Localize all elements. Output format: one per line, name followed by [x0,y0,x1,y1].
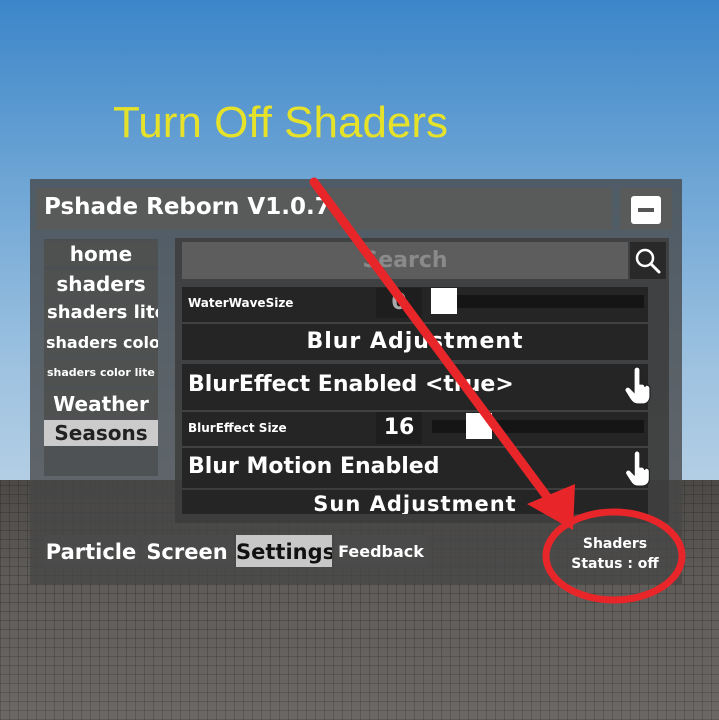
search-input[interactable]: Search [182,242,628,279]
tab-screen[interactable]: Screen [140,535,234,567]
tab-settings[interactable]: Settings [236,535,332,567]
search-button[interactable] [630,242,666,279]
sidebar-item-shaders[interactable]: shaders [44,270,158,297]
tab-label: Particle [45,540,137,564]
shader-status: Shaders Status : off [560,534,670,574]
sidebar-item-seasons[interactable]: Seasons [44,420,158,446]
blur-motion-enabled-label: Blur Motion Enabled [188,454,440,479]
minus-icon [631,196,661,224]
sidebar-item-shaders-color-lite[interactable]: shaders color lite [44,359,158,386]
sidebar-item-label: home [69,242,133,266]
water-wave-size-slider[interactable] [432,295,644,308]
sidebar-item-shaders-lite[interactable]: shaders lite [44,299,158,326]
tab-feedback[interactable]: Feedback [334,535,428,567]
window-title: Pshade Reborn V1.0.7 [44,194,331,220]
tab-label: Settings [236,540,332,564]
sidebar-item-shaders-color[interactable]: shaders color [44,329,158,356]
annotation-caption: Turn Off Shaders [113,98,449,147]
sidebar-item-label: Seasons [54,421,148,445]
search-icon [635,248,661,274]
water-wave-size-slider-thumb[interactable] [431,288,457,314]
status-line-1: Shaders [582,536,648,552]
tab-label: Feedback [338,542,424,561]
sidebar-item-label: shaders [56,272,146,296]
sidebar-item-home[interactable]: home [44,241,158,267]
tab-particle[interactable]: Particle [44,535,138,567]
minimize-button[interactable] [620,188,672,230]
blur-adjustment-heading: Blur Adjustment [182,324,648,360]
sun-adjustment-heading: Sun Adjustment [182,490,648,514]
sidebar-item-label: shaders lite [47,302,158,323]
status-line-2: Status : off [571,556,659,572]
blur-motion-enabled-row[interactable]: Blur Motion Enabled [182,448,648,488]
blur-effect-size-slider-thumb[interactable] [466,413,492,439]
water-wave-size-label: WaterWaveSize [188,296,294,310]
water-wave-size-value[interactable]: 0 [376,288,422,318]
hand-pointer-icon[interactable] [624,366,652,406]
sidebar-item-label: shaders color lite [47,366,155,379]
sidebar-item-label: Weather [53,392,149,416]
blur-effect-size-label: BlurEffect Size [188,421,287,435]
hand-pointer-icon[interactable] [624,450,652,488]
sidebar-item-weather[interactable]: Weather [44,390,158,417]
tab-label: Screen [146,540,228,564]
blur-effect-size-value[interactable]: 16 [376,412,422,444]
blur-effect-enabled-label: BlurEffect Enabled <true> [188,372,514,397]
blur-effect-size-slider[interactable] [432,420,644,433]
sidebar-item-label: shaders color [46,333,158,352]
blur-effect-enabled-row[interactable]: BlurEffect Enabled <true> [182,364,648,410]
